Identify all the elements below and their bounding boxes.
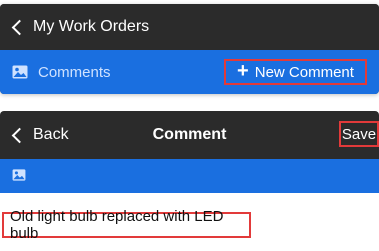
work-orders-panel: My Work Orders Comments + New Comment — [0, 4, 379, 94]
work-orders-nav-bar: My Work Orders — [0, 4, 379, 50]
plus-icon: + — [237, 60, 249, 82]
image-icon[interactable] — [12, 169, 26, 181]
image-icon — [12, 65, 28, 79]
comment-text-field[interactable]: Old light bulb replaced with LED bulb — [2, 208, 251, 242]
chevron-left-icon — [11, 19, 28, 35]
back-button[interactable]: Back — [10, 111, 69, 159]
back-label: Back — [33, 126, 69, 143]
new-comment-label: New Comment — [254, 63, 354, 81]
back-label: My Work Orders — [33, 18, 150, 35]
new-comment-button[interactable]: + New Comment — [224, 59, 367, 85]
comment-text: Old light bulb replaced with LED bulb — [10, 208, 224, 242]
comments-tab-label: Comments — [38, 63, 111, 81]
attachment-toolbar — [0, 159, 379, 193]
chevron-left-icon — [11, 127, 28, 143]
comment-nav-bar: Back Comment Save — [0, 111, 379, 159]
my-work-orders-back-button[interactable]: My Work Orders — [10, 4, 149, 50]
save-button[interactable]: Save — [339, 121, 379, 147]
comments-toolbar: Comments + New Comment — [0, 50, 379, 94]
comments-tab[interactable]: Comments — [12, 50, 111, 94]
